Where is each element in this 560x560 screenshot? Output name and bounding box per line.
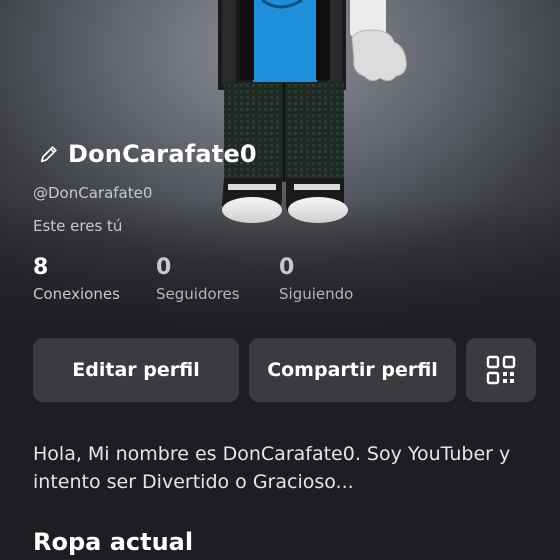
followers-label: Seguidores [156,285,240,303]
stat-following[interactable]: 0 Siguiendo [279,255,353,303]
stat-followers[interactable]: 0 Seguidores [156,255,240,303]
self-indicator: Este eres tú [33,217,123,235]
profile-bio: Hola, Mi nombre es DonCarafate0. Soy You… [33,443,511,493]
following-count: 0 [279,255,295,280]
qr-code-button[interactable] [466,338,536,402]
username: @DonCarafate0 [33,184,153,202]
following-label: Siguiendo [279,285,354,303]
connections-count: 8 [33,255,49,280]
followers-count: 0 [156,255,172,280]
display-name-row[interactable]: DonCarafate0 [38,140,257,168]
current-outfit-heading: Ropa actual [33,528,194,556]
stat-connections[interactable]: 8 Conexiones [33,255,120,303]
share-profile-button[interactable]: Compartir perfil [249,338,456,402]
edit-profile-button[interactable]: Editar perfil [33,338,239,402]
connections-label: Conexiones [33,285,120,303]
qr-code-icon [486,355,516,385]
pencil-edit-icon[interactable] [38,143,60,165]
display-name: DonCarafate0 [68,140,257,168]
